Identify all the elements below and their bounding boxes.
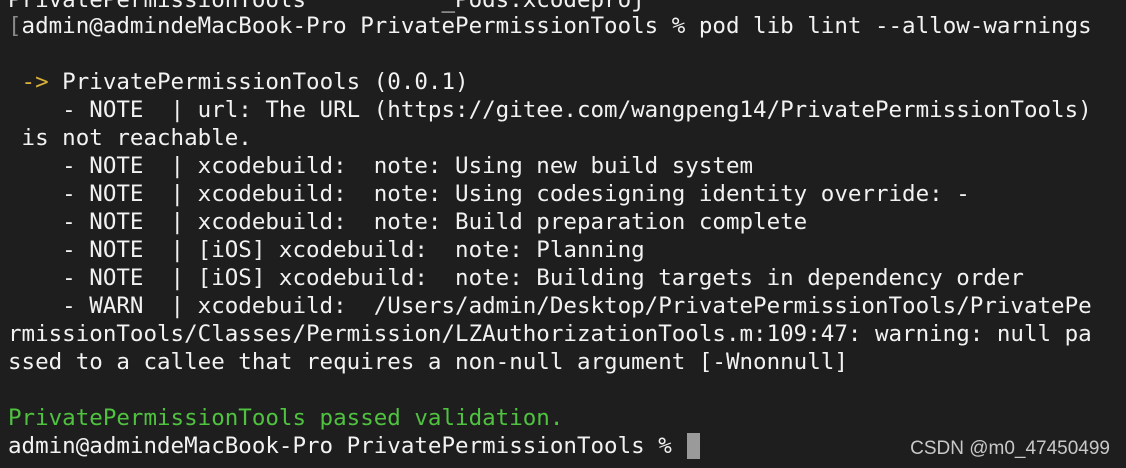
line-bracket: [ [8, 13, 22, 39]
lint-output-line: - NOTE | url: The URL (https://gitee.com… [8, 97, 1092, 123]
shell-prompt: admin@admindeMacBook-Pro PrivatePermissi… [21, 13, 686, 39]
lint-output-line: - NOTE | xcodebuild: note: Using codesig… [8, 181, 970, 207]
lint-output-line: - WARN | xcodebuild: /Users/admin/Deskto… [8, 293, 1092, 319]
watermark: CSDN @m0_47450499 [910, 438, 1110, 459]
text-cursor[interactable] [687, 433, 701, 459]
pod-header-line: -> PrivatePermissionTools (0.0.1) [8, 68, 469, 96]
lint-output-line: - NOTE | xcodebuild: note: Build prepara… [8, 209, 808, 235]
lint-output-line: - NOTE | [iOS] xcodebuild: note: Plannin… [8, 237, 645, 263]
pod-name-version: PrivatePermissionTools (0.0.1) [48, 69, 469, 95]
shell-prompt: admin@admindeMacBook-Pro PrivatePermissi… [8, 433, 672, 459]
shell-command: pod lib lint --allow-warnings [685, 13, 1092, 39]
terminal-window[interactable]: PrivatePermissionTools _Pods.xcodeproj [… [0, 0, 1126, 468]
lint-output-line: - NOTE | xcodebuild: note: Using new bui… [8, 153, 754, 179]
lint-output-line: - NOTE | [iOS] xcodebuild: note: Buildin… [8, 265, 1024, 291]
lint-output-line: is not reachable. [8, 125, 252, 151]
terminal-command-line: [admin@admindeMacBook-Pro PrivatePermiss… [8, 12, 1092, 40]
lint-output-line: rmissionTools/Classes/Permission/LZAutho… [8, 321, 1092, 347]
lint-output-line: ssed to a callee that requires a non-nul… [8, 349, 848, 375]
terminal-input-line[interactable]: admin@admindeMacBook-Pro PrivatePermissi… [8, 432, 701, 460]
validation-result: PrivatePermissionTools passed validation… [8, 405, 564, 431]
arrow-icon: -> [8, 69, 49, 95]
